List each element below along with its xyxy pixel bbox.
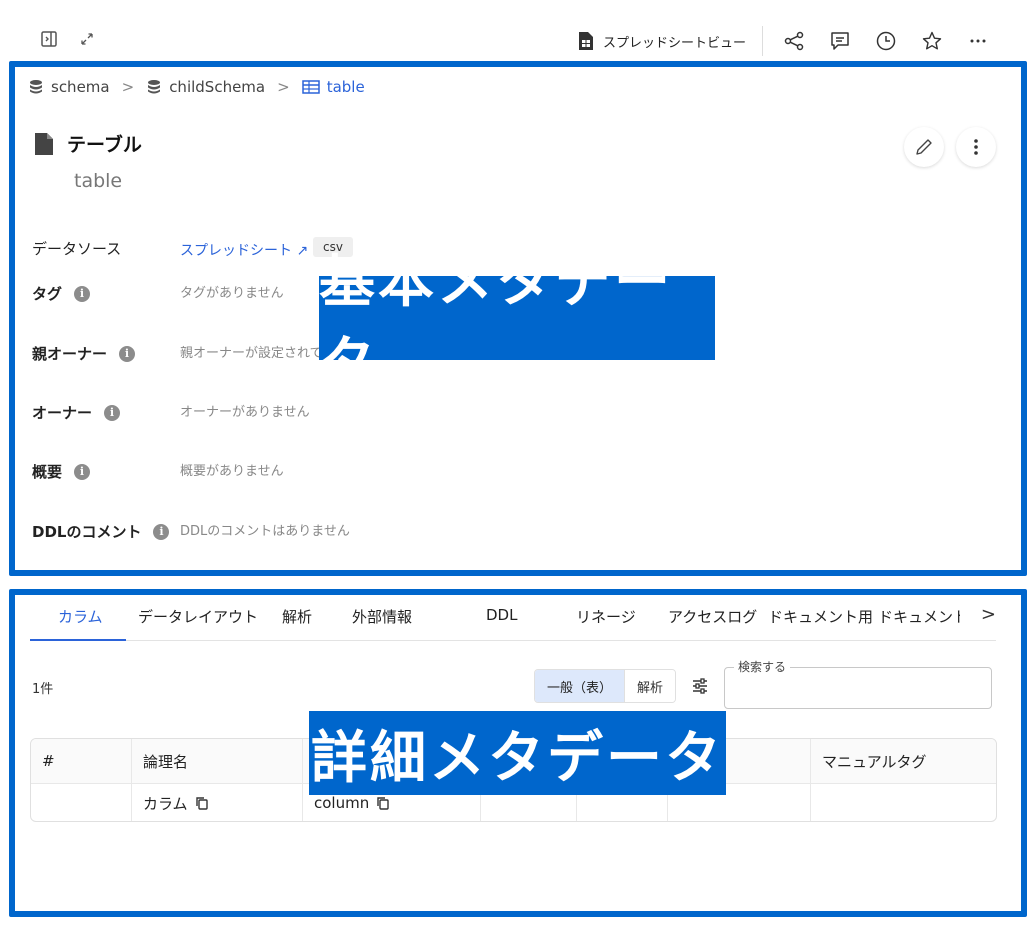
- cell-manual-tag: [811, 784, 996, 821]
- page-title: テーブル: [67, 134, 142, 156]
- star-icon[interactable]: [921, 30, 943, 52]
- asset-title-row: テーブル: [33, 130, 142, 157]
- filter-settings-icon[interactable]: [689, 675, 711, 697]
- summary-value: 概要がありません: [180, 464, 284, 479]
- copy-icon[interactable]: [376, 796, 390, 810]
- history-icon[interactable]: [875, 30, 897, 52]
- spreadsheet-view-label: スプレッドシートビュー: [602, 35, 746, 51]
- tab-scroll-right-button[interactable]: >: [981, 604, 996, 625]
- breadcrumb-label: table: [326, 78, 365, 96]
- tab-document-a[interactable]: ドキュメント用: [768, 606, 873, 627]
- info-icon[interactable]: i: [119, 345, 136, 362]
- ddl-comment-value: DDLのコメントはありません: [180, 524, 350, 539]
- owner-label-row: オーナー i: [32, 402, 121, 423]
- tab-access-log[interactable]: アクセスログ: [668, 606, 757, 627]
- tab-external-info[interactable]: 外部情報: [352, 606, 412, 627]
- owner-value: オーナーがありません: [180, 405, 310, 420]
- expand-icon[interactable]: [78, 30, 98, 50]
- tab-lineage[interactable]: リネージ: [576, 606, 636, 627]
- top-toolbar: スプレッドシートビュー: [0, 0, 1029, 58]
- view-mode-toggle: 一般（表） 解析: [534, 669, 677, 703]
- parent-owner-label: 親オーナー: [32, 345, 108, 363]
- parent-owner-value: 親オーナーが設定されて: [180, 346, 323, 361]
- parent-owner-label-row: 親オーナー i: [32, 343, 136, 364]
- info-icon[interactable]: i: [153, 523, 170, 540]
- database-icon: [148, 80, 161, 94]
- tab-data-layout[interactable]: データレイアウト: [138, 606, 258, 627]
- more-vertical-icon: [974, 139, 978, 155]
- physical-name-text: column: [314, 794, 370, 812]
- toolbar-actions: スプレッドシートビュー: [577, 24, 989, 58]
- logical-name-text: カラム: [143, 794, 188, 813]
- result-count: 1件: [32, 682, 54, 697]
- cell-index: [31, 784, 132, 821]
- more-horizontal-icon[interactable]: [967, 30, 989, 52]
- spreadsheet-icon: [578, 32, 593, 50]
- summary-label: 概要: [32, 463, 63, 481]
- basic-metadata-overlay-label: 基本メタデータ: [319, 250, 715, 396]
- datasource-label: データソース: [32, 240, 122, 258]
- summary-label-row: 概要 i: [32, 461, 91, 482]
- detail-tabs: カラム データレイアウト 解析 外部情報 DDL リネージ アクセスログ ドキュ…: [30, 600, 996, 641]
- more-menu-button[interactable]: [956, 127, 996, 167]
- tab-analysis[interactable]: 解析: [282, 606, 312, 627]
- breadcrumb-separator: >: [277, 78, 290, 96]
- active-tab-indicator: [30, 639, 126, 641]
- copy-icon[interactable]: [195, 796, 209, 810]
- owner-label: オーナー: [32, 404, 93, 422]
- edit-button[interactable]: [904, 127, 944, 167]
- breadcrumb-item-table[interactable]: table: [301, 78, 365, 96]
- detail-metadata-overlay-label: 詳細メタデータ: [309, 711, 726, 795]
- tag-label-row: タグ i: [32, 283, 91, 304]
- table-icon: [301, 80, 320, 94]
- tag-label: タグ: [32, 285, 63, 303]
- ddl-comment-label: DDLのコメント: [32, 523, 142, 541]
- info-icon[interactable]: i: [74, 285, 91, 302]
- header-index[interactable]: #: [31, 739, 132, 783]
- tab-columns[interactable]: カラム: [58, 606, 103, 627]
- breadcrumb-label: schema: [51, 78, 110, 96]
- breadcrumb-item-schema[interactable]: schema: [28, 78, 110, 96]
- header-manual-tag[interactable]: マニュアルタグ: [811, 739, 996, 783]
- search-label: 検索する: [734, 658, 791, 675]
- view-analysis-button[interactable]: 解析: [624, 670, 676, 702]
- breadcrumb: schema > childSchema > table: [28, 78, 365, 96]
- tag-value: タグがありません: [180, 286, 284, 301]
- spreadsheet-view-button[interactable]: スプレッドシートビュー: [577, 26, 763, 56]
- info-icon[interactable]: i: [104, 404, 121, 421]
- breadcrumb-item-childschema[interactable]: childSchema: [146, 78, 265, 96]
- view-general-button[interactable]: 一般（表）: [535, 670, 625, 702]
- info-icon[interactable]: i: [74, 463, 91, 480]
- database-icon: [30, 80, 42, 94]
- page-subtitle: table: [74, 170, 123, 192]
- breadcrumb-separator: >: [121, 78, 135, 96]
- pencil-icon: [916, 139, 932, 155]
- tab-document-b[interactable]: ドキュメントF: [878, 606, 960, 627]
- panel-toggle-icon[interactable]: [40, 30, 60, 50]
- breadcrumb-label: childSchema: [169, 78, 266, 96]
- header-logical-name[interactable]: 論理名: [132, 739, 303, 783]
- share-icon[interactable]: [783, 30, 805, 52]
- datasource-link[interactable]: スプレッドシート ↗: [180, 240, 308, 260]
- ddl-comment-label-row: DDLのコメント i: [32, 521, 170, 542]
- document-icon: [35, 132, 53, 155]
- comment-icon[interactable]: [829, 30, 851, 52]
- cell-logical-name: カラム: [132, 784, 303, 821]
- tab-ddl[interactable]: DDL: [486, 606, 517, 624]
